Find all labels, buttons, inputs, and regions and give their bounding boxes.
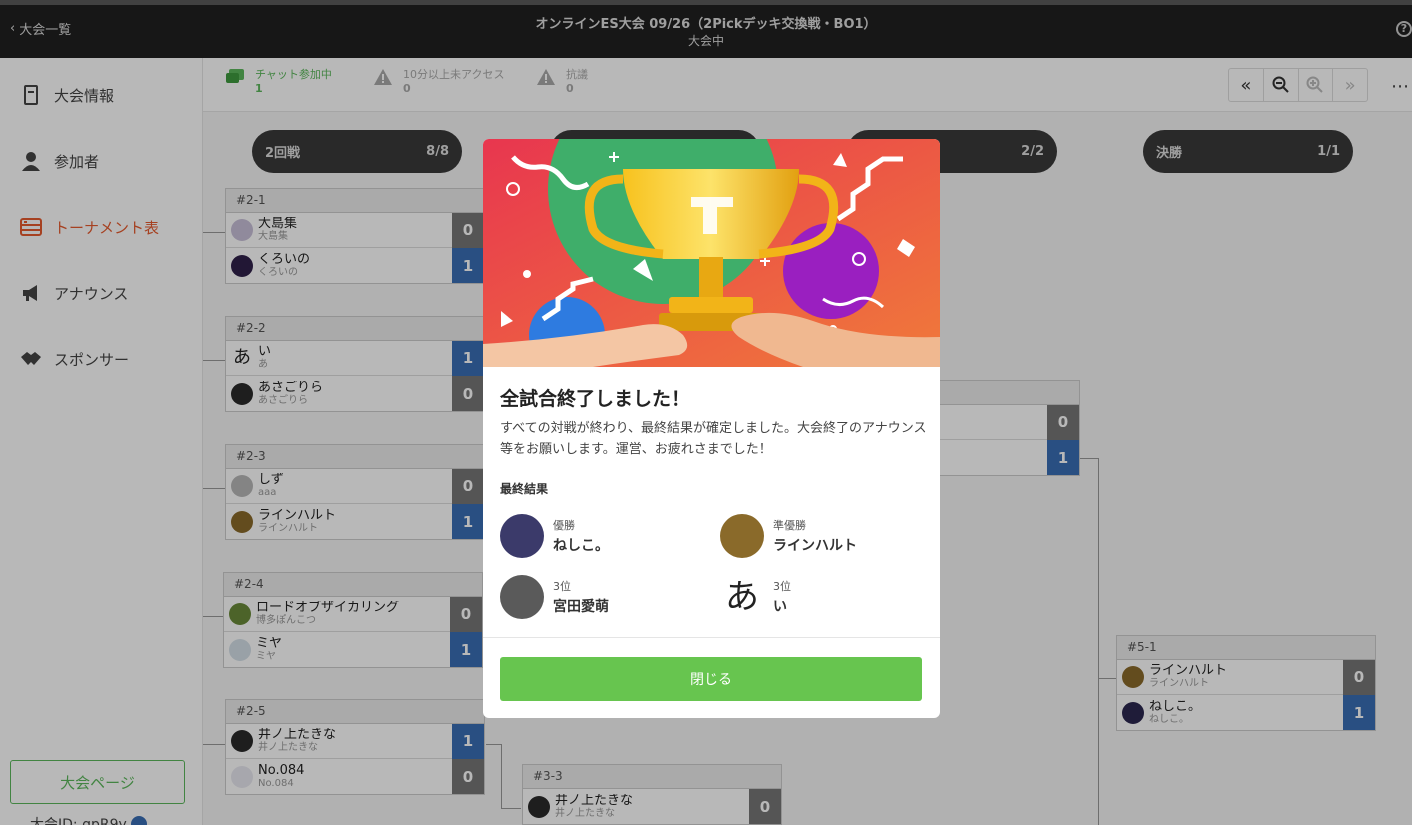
result-third-place: 3位 宮田愛萌 <box>500 575 609 619</box>
avatar <box>500 575 544 619</box>
result-name: ラインハルト <box>773 538 857 554</box>
close-button[interactable]: 閉じる <box>500 657 922 701</box>
dialog-title: 全試合終了しました！ <box>500 388 691 410</box>
result-name: 宮田愛萌 <box>553 599 609 615</box>
result-winner: 優勝 ねしこ。 <box>500 514 609 558</box>
result-rank: 優勝 <box>553 519 575 532</box>
divider <box>483 637 940 638</box>
result-name: い <box>773 599 787 615</box>
result-rank: 3位 <box>773 580 791 593</box>
result-rank: 準優勝 <box>773 519 806 532</box>
tournament-complete-dialog: 全試合終了しました！ すべての対戦が終わり、最終結果が確定しました。大会終了のア… <box>483 139 940 718</box>
avatar <box>720 514 764 558</box>
final-results-heading: 最終結果 <box>500 482 549 496</box>
avatar: あ <box>725 577 759 617</box>
result-third-place: あ 3位 い <box>720 575 791 619</box>
result-runner-up: 準優勝 ラインハルト <box>720 514 857 558</box>
result-name: ねしこ。 <box>553 538 609 554</box>
trophy-illustration <box>483 139 940 367</box>
avatar <box>500 514 544 558</box>
result-rank: 3位 <box>553 580 571 593</box>
dialog-message: すべての対戦が終わり、最終結果が確定しました。大会終了のアナウンス等をお願いしま… <box>500 421 927 457</box>
